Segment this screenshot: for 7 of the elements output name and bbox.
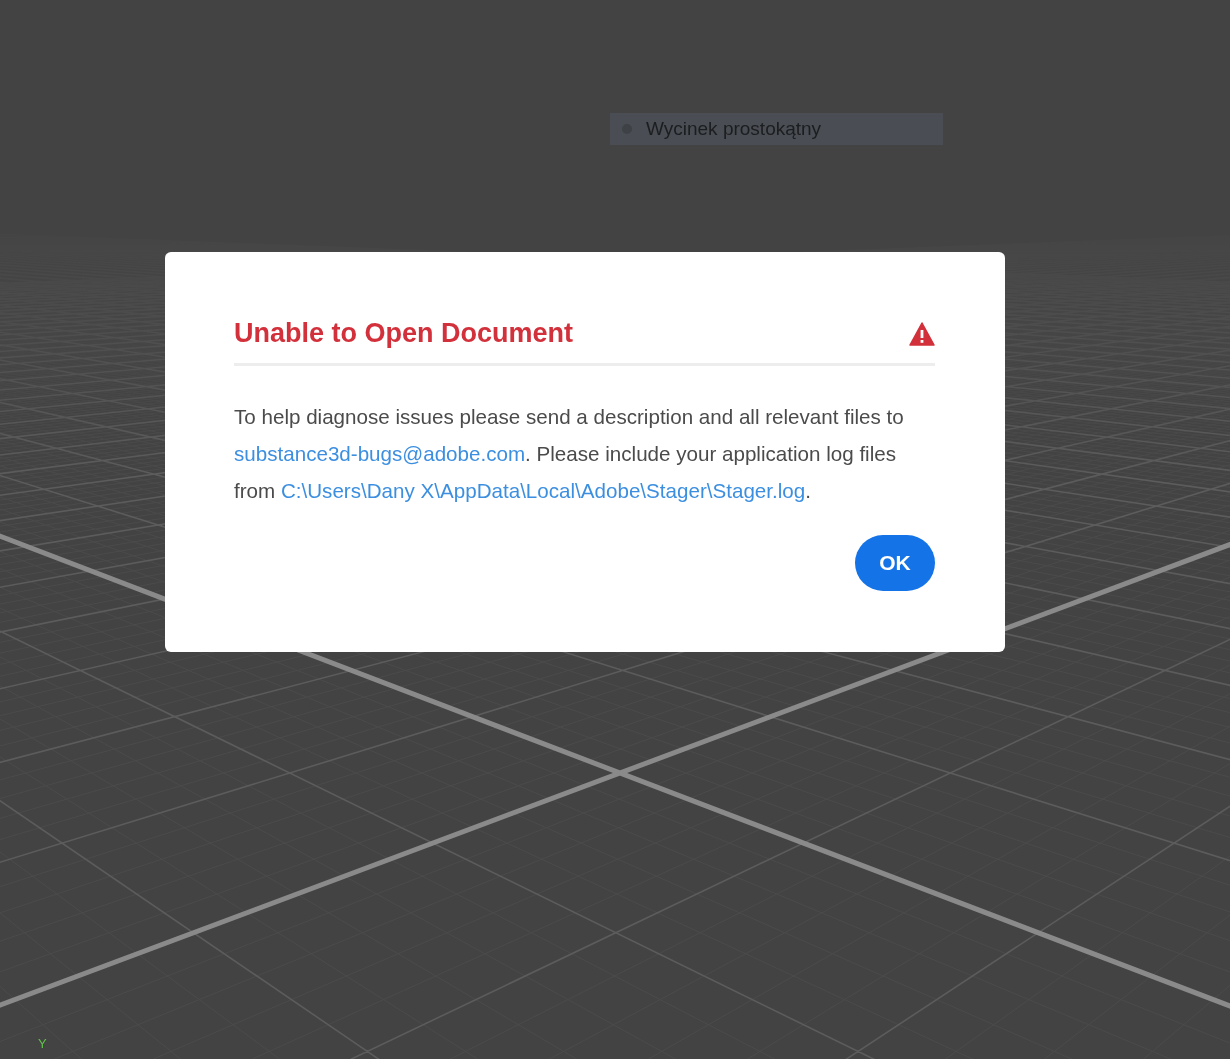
ok-button[interactable]: OK [855, 535, 935, 591]
link[interactable]: C:\Users\Dany X\AppData\Local\Adobe\Stager\Stager.log [280, 479, 806, 502]
axis-label: Y [38, 1036, 47, 1051]
link[interactable]: substance3d-bugs@adobe.com [234, 442, 526, 465]
warning-icon [909, 321, 935, 346]
dialog-title: Unable to Open Document [234, 318, 574, 349]
error-message: To help diagnose issues please send a description and all relevant files to substance3d-bugs@adobe.com. Please include your application log files from C:\Users\Dany X\AppData\Local\Adobe\Stager\Stager.log. [234, 404, 905, 504]
